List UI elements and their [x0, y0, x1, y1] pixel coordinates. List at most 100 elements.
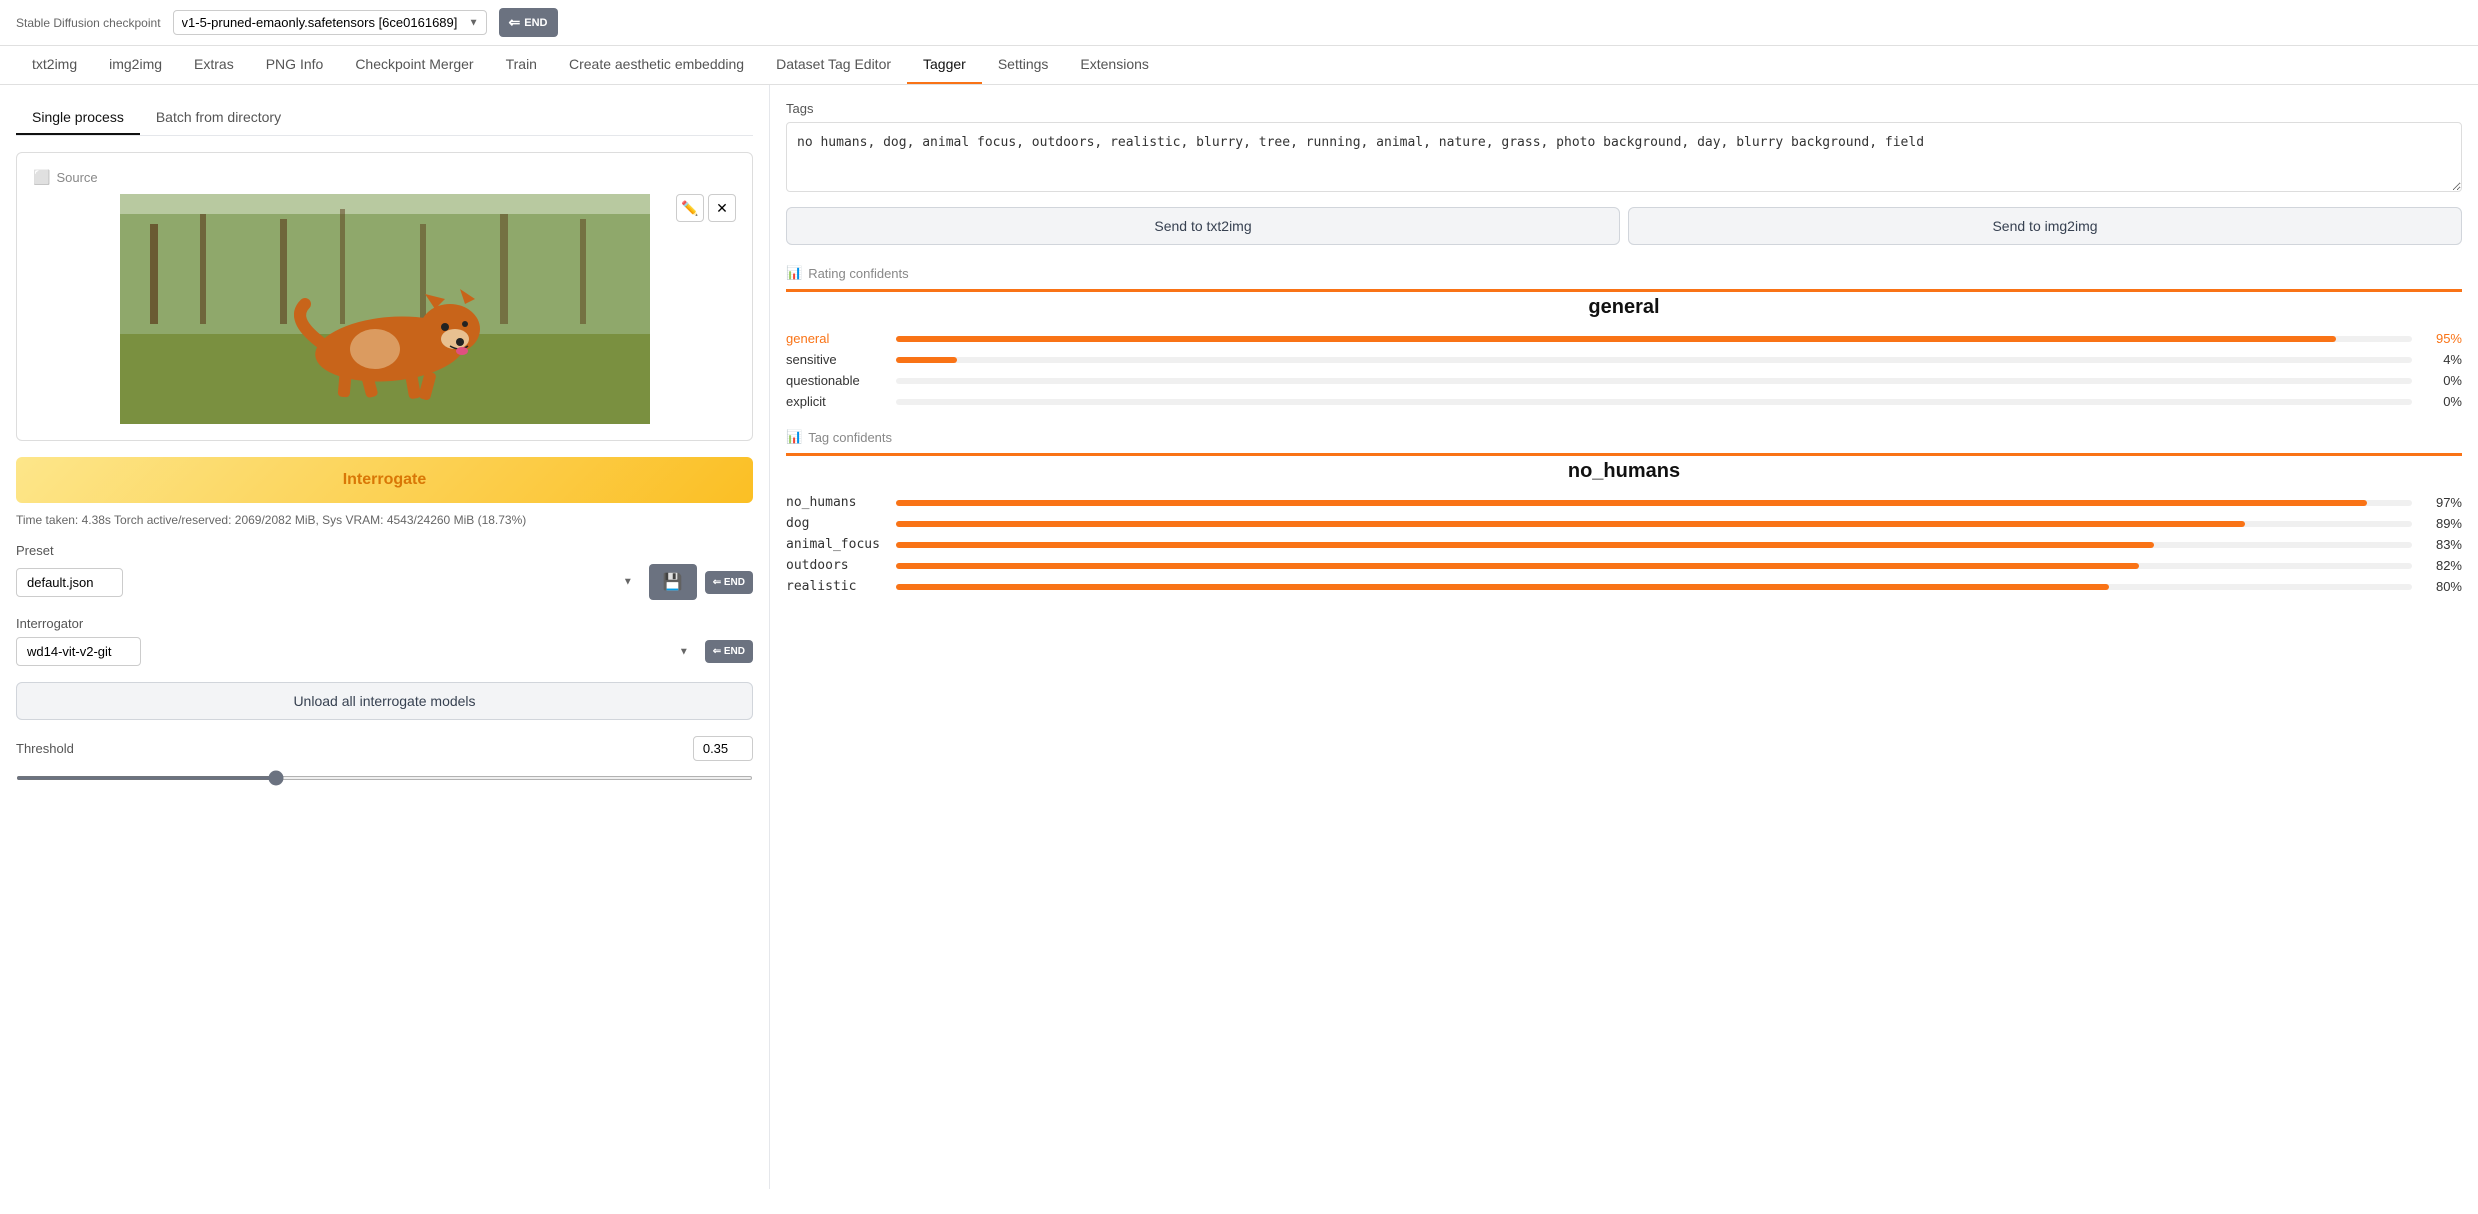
bar-pct-sensitive: 4% [2422, 352, 2462, 367]
rating-chart-title: general [786, 296, 2462, 319]
interrogator-group: Interrogator wd14-vit-v2-git ⇐ END [16, 616, 753, 666]
tab-tagger[interactable]: Tagger [907, 46, 982, 84]
edit-image-button[interactable]: ✏️ [676, 194, 704, 222]
main-content: Single process Batch from directory ⬜ So… [0, 85, 2478, 1189]
send-to-img2img-button[interactable]: Send to img2img [1628, 207, 2462, 245]
threshold-row: Threshold [16, 736, 753, 761]
close-icon: ✕ [716, 200, 728, 217]
bar-track-no-humans [896, 500, 2412, 506]
preset-group: Preset default.json 💾 ⇐ END [16, 543, 753, 600]
interrogate-button[interactable]: Interrogate [16, 457, 753, 503]
image-actions: ✏️ ✕ [676, 194, 736, 222]
rating-top-line [786, 289, 2462, 292]
checkpoint-select-wrapper: v1-5-pruned-emaonly.safetensors [6ce0161… [173, 10, 487, 35]
bar-fill-sensitive [896, 357, 957, 363]
send-to-txt2img-button[interactable]: Send to txt2img [786, 207, 1620, 245]
tag-bar-dog: dog 89% [786, 516, 2462, 531]
preset-select-wrapper: default.json [16, 568, 641, 597]
unload-models-button[interactable]: Unload all interrogate models [16, 682, 753, 720]
interrogator-label: Interrogator [16, 616, 753, 631]
rating-bars: general 95% sensitive 4% [786, 331, 2462, 409]
end-button[interactable]: ⇐ END [499, 8, 558, 37]
panel-tab-single[interactable]: Single process [16, 101, 140, 135]
bar-chart-icon: 📊 [786, 265, 802, 281]
bar-label-general: general [786, 331, 886, 346]
bar-track-explicit [896, 399, 2412, 405]
bar-pct-no-humans: 97% [2422, 495, 2462, 510]
bar-track-dog [896, 521, 2412, 527]
tab-aestheticembedding[interactable]: Create aesthetic embedding [553, 46, 760, 84]
tab-train[interactable]: Train [490, 46, 553, 84]
bar-label-animal-focus: animal_focus [786, 537, 886, 552]
bar-pct-outdoors: 82% [2422, 558, 2462, 573]
tab-img2img[interactable]: img2img [93, 46, 178, 84]
left-arrow-icon: ⇐ [509, 14, 521, 31]
bar-fill-no-humans [896, 500, 2367, 506]
preset-row: default.json 💾 ⇐ END [16, 564, 753, 600]
tags-textarea[interactable]: no humans, dog, animal focus, outdoors, … [786, 122, 2462, 192]
checkpoint-select[interactable]: v1-5-pruned-emaonly.safetensors [6ce0161… [173, 10, 487, 35]
tag-chart-title: no_humans [786, 460, 2462, 483]
bar-pct-animal-focus: 83% [2422, 537, 2462, 552]
threshold-input[interactable] [693, 736, 753, 761]
tab-pnginfo[interactable]: PNG Info [250, 46, 340, 84]
tag-bar-outdoors: outdoors 82% [786, 558, 2462, 573]
preset-end-button[interactable]: ⇐ END [705, 571, 753, 594]
save-icon: 💾 [663, 574, 683, 591]
panel-tab-batch[interactable]: Batch from directory [140, 101, 297, 135]
bar-track-animal-focus [896, 542, 2412, 548]
save-preset-button[interactable]: 💾 [649, 564, 697, 600]
tag-bar-realistic: realistic 80% [786, 579, 2462, 594]
tab-datasettageditor[interactable]: Dataset Tag Editor [760, 46, 907, 84]
bar-pct-explicit: 0% [2422, 394, 2462, 409]
nav-tabs: txt2img img2img Extras PNG Info Checkpoi… [0, 46, 2478, 85]
edit-icon: ✏️ [681, 200, 698, 217]
bar-fill-general [896, 336, 2336, 342]
bar-label-dog: dog [786, 516, 886, 531]
rating-confidents-header: 📊 Rating confidents [786, 265, 2462, 281]
bar-track-sensitive [896, 357, 2412, 363]
threshold-label: Threshold [16, 741, 74, 756]
threshold-slider[interactable] [16, 776, 753, 780]
top-bar: Stable Diffusion checkpoint v1-5-pruned-… [0, 0, 2478, 46]
preset-label: Preset [16, 543, 753, 558]
bar-fill-dog [896, 521, 2245, 527]
interrogator-select[interactable]: wd14-vit-v2-git [16, 637, 141, 666]
image-upload-area[interactable]: ⬜ Source [16, 152, 753, 441]
preset-select[interactable]: default.json [16, 568, 123, 597]
bar-track-general [896, 336, 2412, 342]
tab-extras[interactable]: Extras [178, 46, 250, 84]
time-info: Time taken: 4.38s Torch active/reserved:… [16, 513, 753, 527]
bar-track-realistic [896, 584, 2412, 590]
rating-bar-explicit: explicit 0% [786, 394, 2462, 409]
image-icon: ⬜ [33, 169, 50, 186]
close-image-button[interactable]: ✕ [708, 194, 736, 222]
left-panel: Single process Batch from directory ⬜ So… [0, 85, 770, 1189]
right-panel: Tags no humans, dog, animal focus, outdo… [770, 85, 2478, 1189]
tab-checkpointmerger[interactable]: Checkpoint Merger [339, 46, 489, 84]
tab-settings[interactable]: Settings [982, 46, 1065, 84]
bar-track-questionable [896, 378, 2412, 384]
bar-label-questionable: questionable [786, 373, 886, 388]
bar-label-no-humans: no_humans [786, 495, 886, 510]
tab-extensions[interactable]: Extensions [1064, 46, 1164, 84]
threshold-group: Threshold [16, 736, 753, 783]
bar-track-outdoors [896, 563, 2412, 569]
tags-label: Tags [786, 101, 2462, 116]
panel-tabs: Single process Batch from directory [16, 101, 753, 136]
send-buttons: Send to txt2img Send to img2img [786, 207, 2462, 245]
tag-bar-no-humans: no_humans 97% [786, 495, 2462, 510]
bar-fill-animal-focus [896, 542, 2154, 548]
bar-label-explicit: explicit [786, 394, 886, 409]
tag-bar-animal-focus: animal_focus 83% [786, 537, 2462, 552]
tab-txt2img[interactable]: txt2img [16, 46, 93, 84]
checkpoint-label: Stable Diffusion checkpoint [16, 16, 161, 30]
interrogator-row: wd14-vit-v2-git ⇐ END [16, 637, 753, 666]
image-container: ✏️ ✕ [33, 194, 736, 424]
bar-fill-realistic [896, 584, 2109, 590]
interrogator-end-button[interactable]: ⇐ END [705, 640, 753, 663]
dog-image [120, 194, 650, 424]
bar-fill-outdoors [896, 563, 2139, 569]
bar-label-realistic: realistic [786, 579, 886, 594]
bar-label-sensitive: sensitive [786, 352, 886, 367]
